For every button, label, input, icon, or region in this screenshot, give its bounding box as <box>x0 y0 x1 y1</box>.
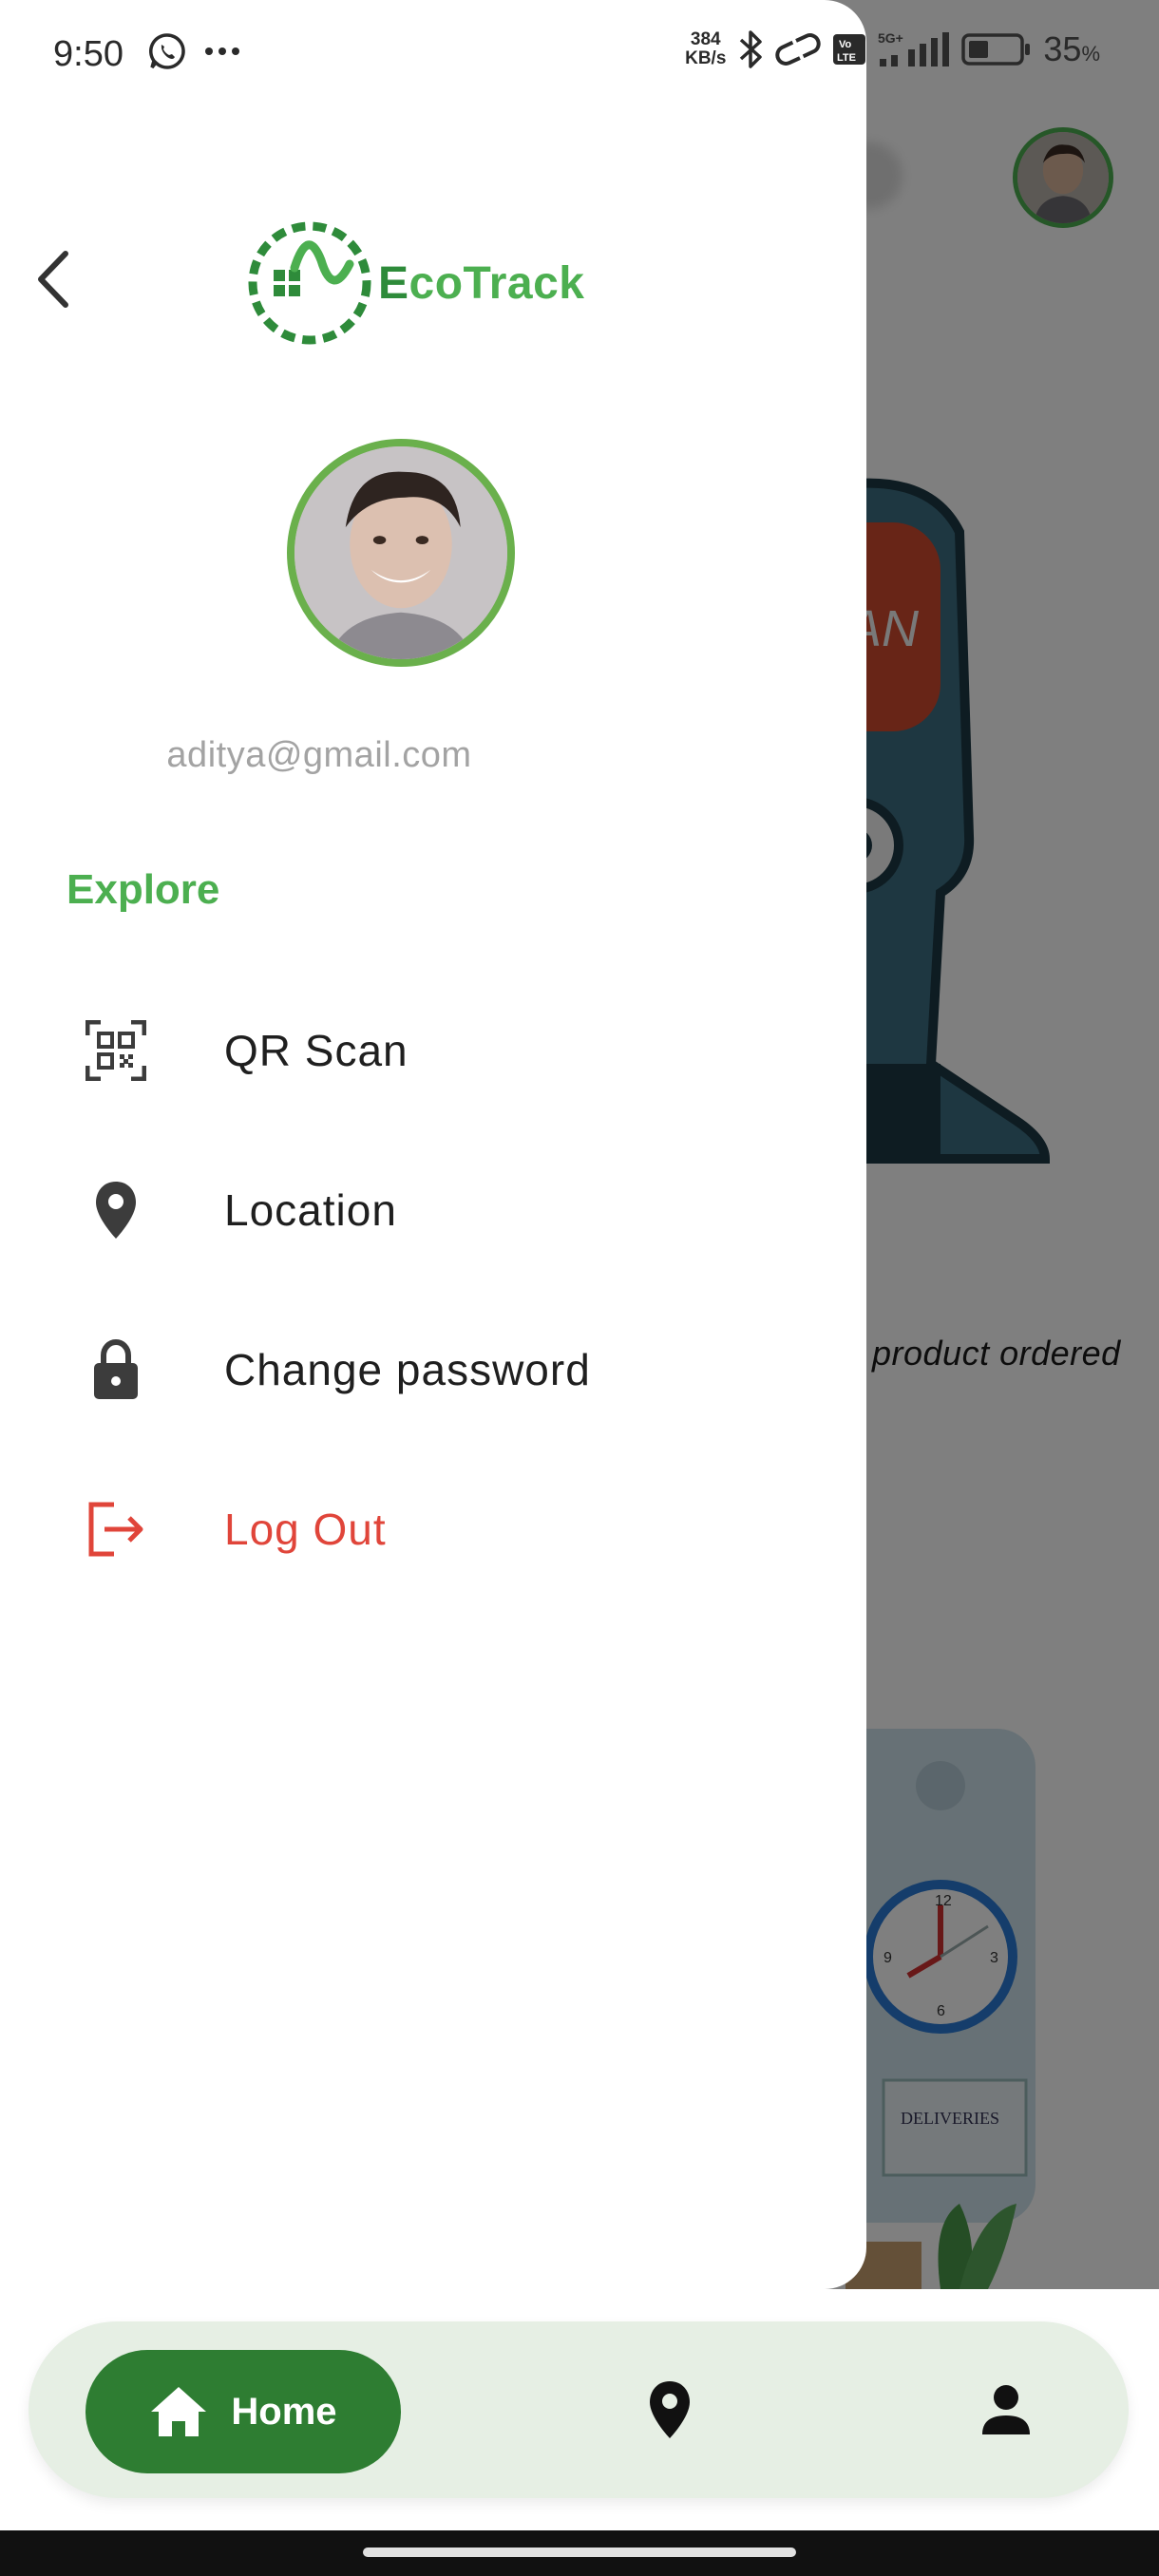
gesture-handle[interactable] <box>363 2548 796 2557</box>
battery-percent: 35% <box>1043 29 1100 68</box>
location-pin-icon <box>650 2381 690 2438</box>
nav-home-button[interactable]: Home <box>86 2350 401 2473</box>
volte-icon: Vo LTE <box>833 34 866 65</box>
navigation-drawer: EcoTrack aditya@gmail.com Explore QR Sca… <box>0 0 866 2289</box>
status-time: 9:50 <box>53 34 124 74</box>
logo-mark-icon <box>248 221 371 345</box>
user-email: aditya@gmail.com <box>166 735 472 775</box>
nav-profile-button[interactable] <box>973 2369 1039 2451</box>
menu-item-label: Log Out <box>224 1505 387 1554</box>
menu-item-label: Location <box>224 1185 397 1235</box>
lock-icon <box>66 1322 165 1417</box>
qr-code-icon <box>66 1003 165 1098</box>
menu-item-label: QR Scan <box>224 1026 408 1075</box>
logout-icon <box>66 1482 165 1577</box>
whatsapp-icon <box>149 33 185 69</box>
signal-strength-icon: 5G+ <box>878 30 950 66</box>
battery-icon <box>961 33 1031 66</box>
avatar-face-icon <box>294 446 507 659</box>
section-title-explore: Explore <box>66 866 220 913</box>
bottom-navigation-bar: Home <box>28 2321 1129 2498</box>
status-left-icons <box>148 32 241 70</box>
nav-location-button[interactable] <box>636 2369 703 2451</box>
home-icon <box>151 2387 207 2436</box>
location-pin-icon <box>66 1163 165 1258</box>
svg-text:LTE: LTE <box>837 52 856 64</box>
svg-text:5G+: 5G+ <box>878 30 903 46</box>
bluetooth-icon <box>740 30 763 68</box>
svg-text:Vo: Vo <box>839 39 852 50</box>
ecotrack-logo: EcoTrack <box>245 218 584 348</box>
logo-text: EcoTrack <box>378 257 585 309</box>
nav-home-label: Home <box>231 2390 337 2433</box>
menu-item-label: Change password <box>224 1345 591 1394</box>
profile-avatar[interactable] <box>287 439 515 667</box>
status-bar: 9:50 384 KB/s Vo LTE 5G+ 35% <box>0 0 1159 114</box>
network-speed: 384 KB/s <box>685 29 727 68</box>
back-button[interactable] <box>21 241 84 317</box>
menu-item-change-password[interactable]: Change password <box>66 1313 788 1427</box>
person-icon <box>982 2385 1030 2434</box>
menu-item-qr-scan[interactable]: QR Scan <box>66 994 788 1108</box>
more-dots-icon <box>205 47 239 55</box>
menu-item-location[interactable]: Location <box>66 1153 788 1267</box>
link-icon <box>775 33 822 66</box>
status-right-icons: 384 KB/s Vo LTE 5G+ 35% <box>685 28 1100 70</box>
chevron-left-icon <box>38 251 68 308</box>
menu-item-log-out[interactable]: Log Out <box>66 1472 788 1586</box>
